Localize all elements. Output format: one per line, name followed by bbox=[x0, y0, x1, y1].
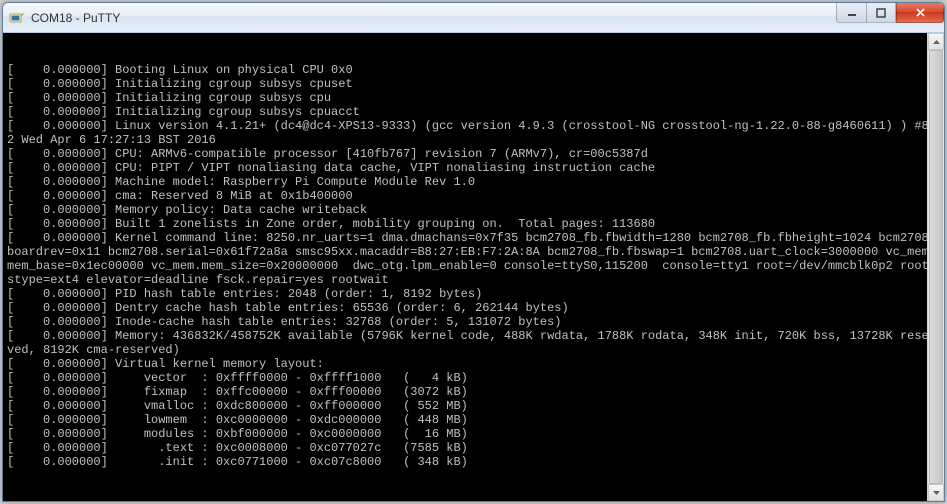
scroll-up-button[interactable] bbox=[928, 33, 944, 50]
terminal-output: [ 0.000000] Booting Linux on physical CP… bbox=[7, 63, 940, 469]
titlebar[interactable]: COM18 - PuTTY bbox=[3, 3, 944, 33]
minimize-button[interactable] bbox=[836, 3, 866, 23]
close-button[interactable] bbox=[896, 3, 944, 23]
window-title: COM18 - PuTTY bbox=[31, 11, 836, 25]
scrollbar-thumb[interactable] bbox=[929, 50, 943, 484]
terminal-area[interactable]: [ 0.000000] Booting Linux on physical CP… bbox=[3, 33, 944, 501]
putty-window: COM18 - PuTTY [ 0.000000] Booting Linux … bbox=[2, 2, 945, 502]
scrollbar-track[interactable] bbox=[928, 50, 944, 484]
putty-icon bbox=[9, 10, 25, 26]
window-controls bbox=[836, 3, 944, 23]
scroll-down-button[interactable] bbox=[928, 484, 944, 501]
maximize-button[interactable] bbox=[866, 3, 896, 23]
vertical-scrollbar[interactable] bbox=[927, 33, 944, 501]
